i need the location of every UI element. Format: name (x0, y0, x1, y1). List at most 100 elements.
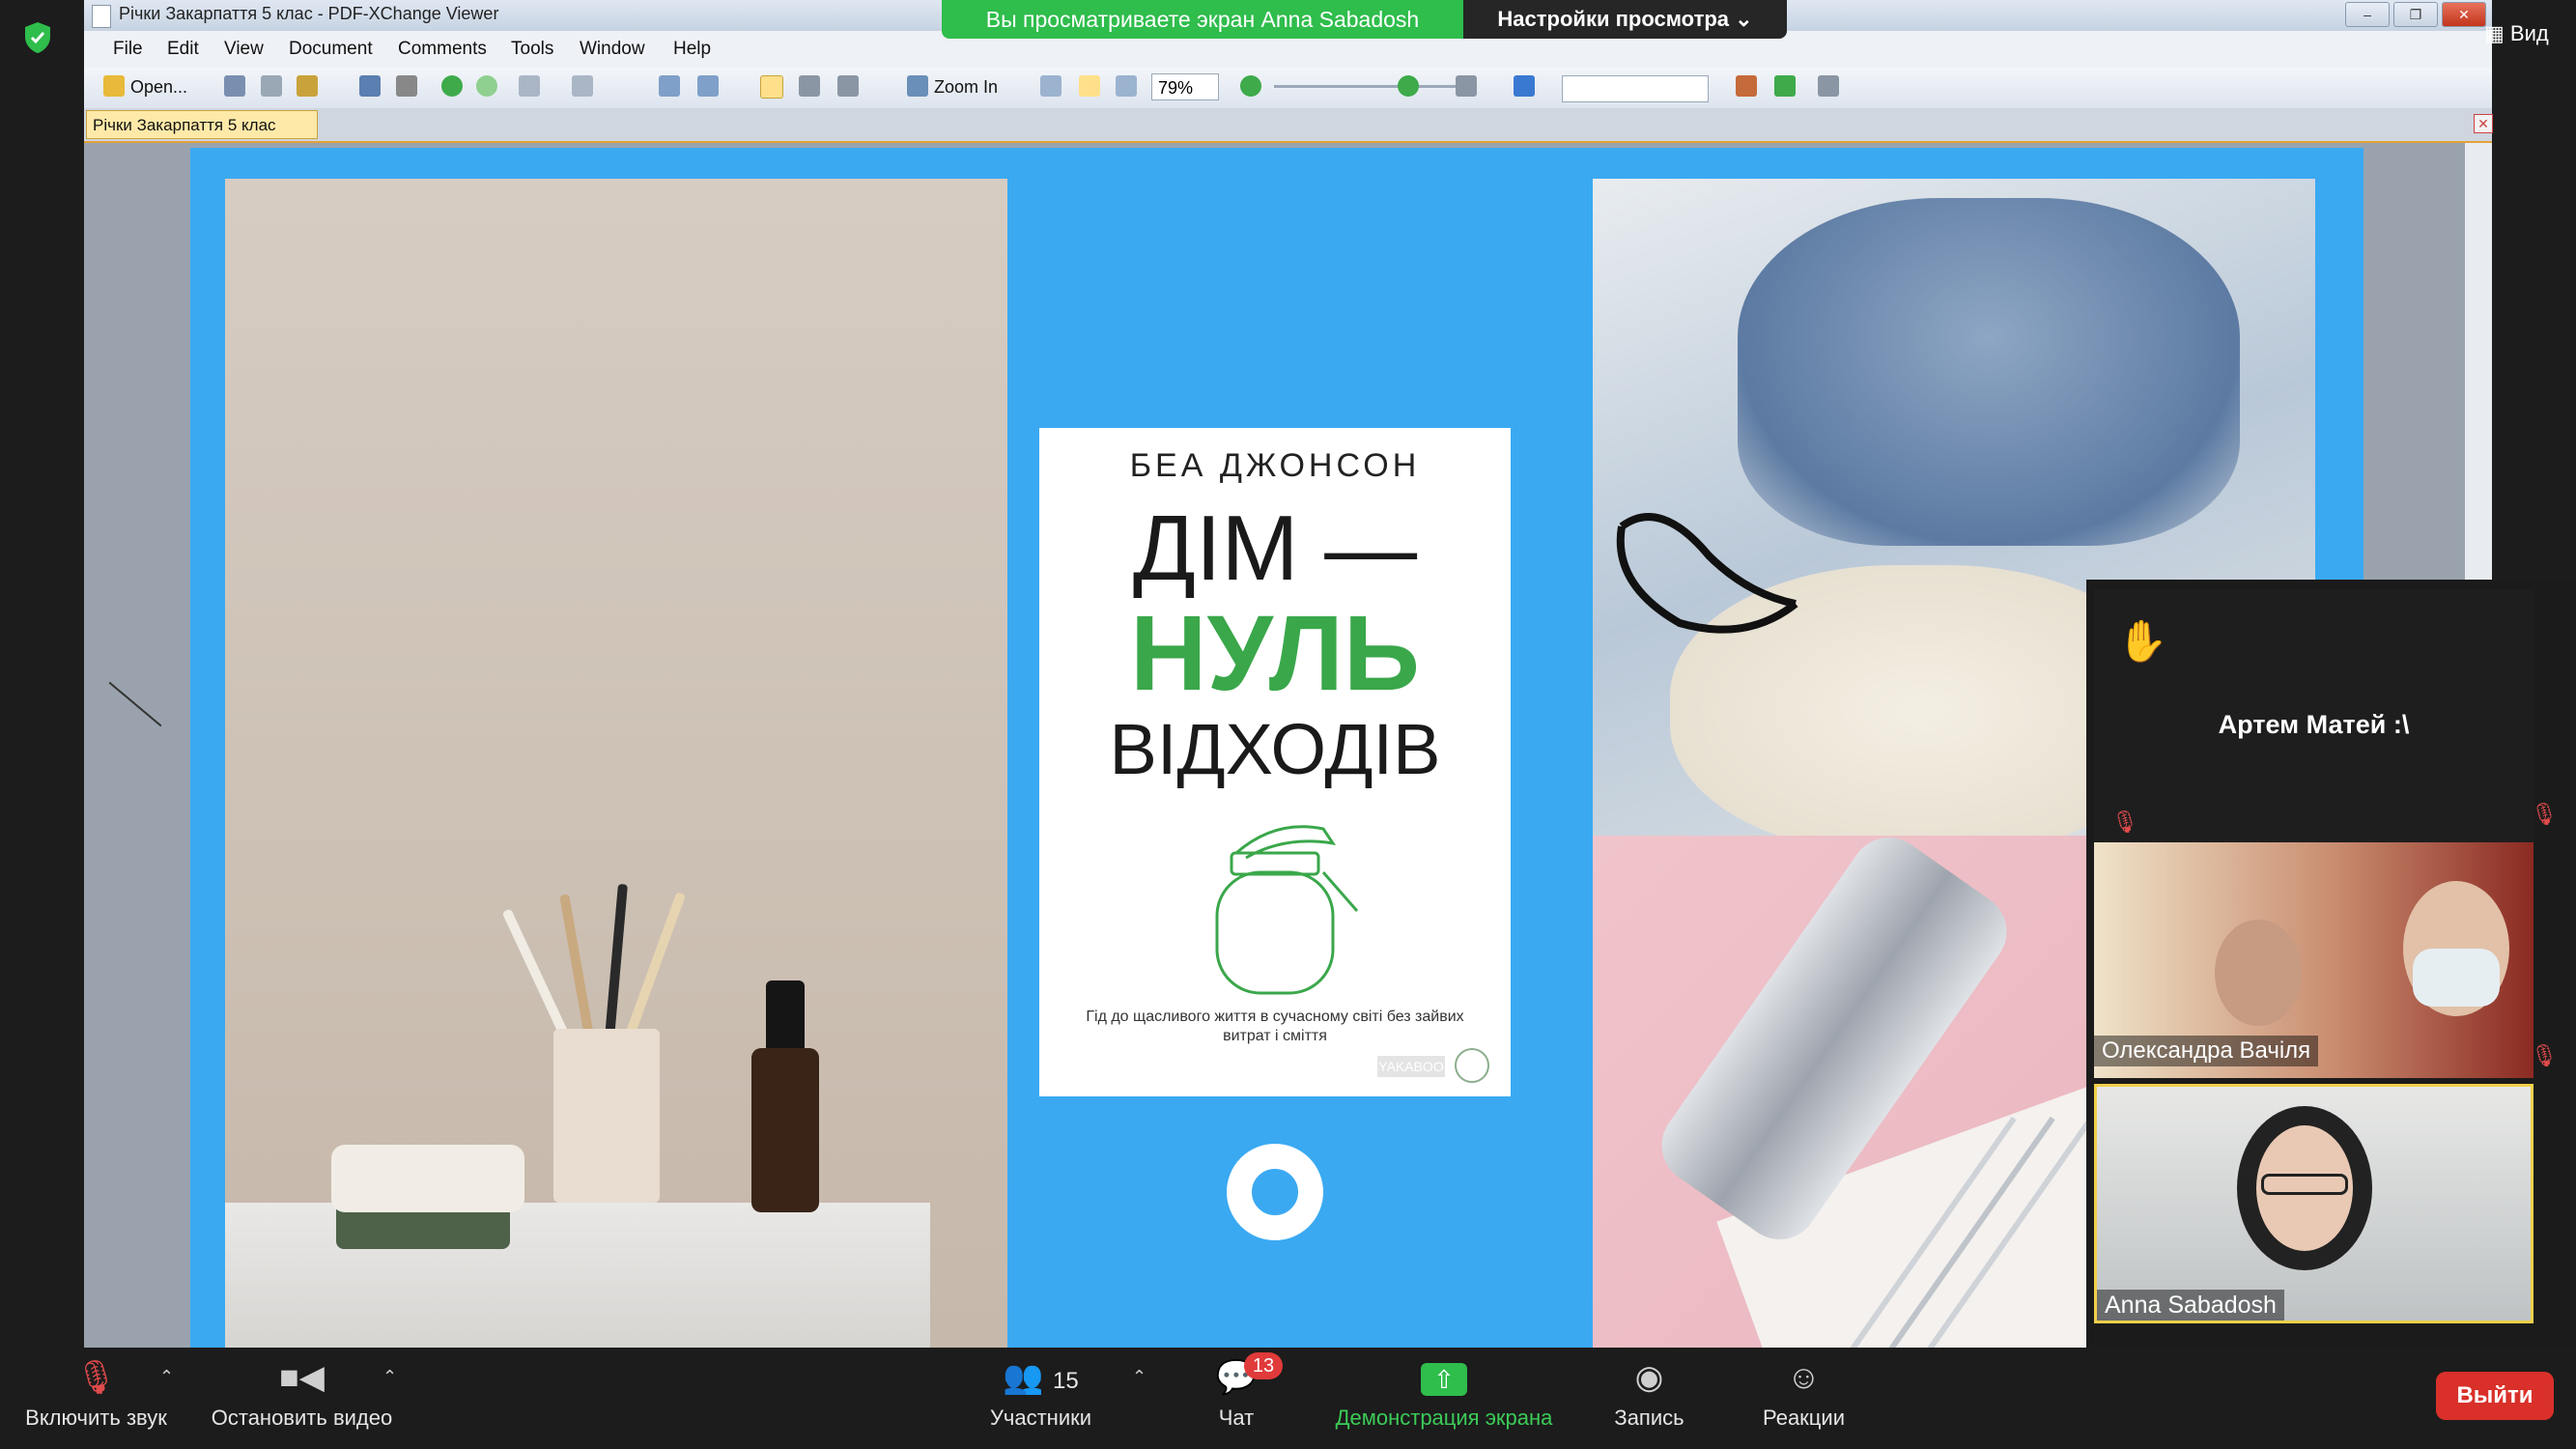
smiley-plus-icon: ☺ (1787, 1359, 1821, 1396)
window-title: Річки Закарпаття 5 клас - PDF-XChange Vi… (119, 4, 499, 23)
grid-icon: ▦ (2484, 21, 2510, 45)
refresh-icon[interactable] (1774, 75, 1796, 97)
security-shield-icon[interactable] (23, 21, 52, 54)
open-folder-icon[interactable] (103, 75, 125, 97)
participant-video-tile[interactable]: Олександра Вачіля (2094, 842, 2534, 1078)
zoom-level-field[interactable]: 79% (1151, 73, 1219, 100)
participant-face (2215, 920, 2302, 1026)
menu-help[interactable]: Help (673, 39, 711, 60)
reactions-label: Реакции (1763, 1406, 1845, 1430)
highlight-icon[interactable] (1736, 75, 1757, 97)
google-search-icon[interactable] (1514, 75, 1535, 97)
record-button[interactable]: ◉ Запись (1608, 1359, 1690, 1431)
close-button[interactable]: ✕ (2442, 2, 2486, 27)
record-icon: ◉ (1634, 1359, 1664, 1396)
menu-edit[interactable]: Edit (167, 39, 199, 60)
redo-icon[interactable] (572, 75, 593, 97)
leave-meeting-button[interactable]: Выйти (2436, 1372, 2554, 1420)
reactions-button[interactable]: ☺ Реакции (1758, 1359, 1850, 1431)
participant-name: Anna Sabadosh (2097, 1290, 2284, 1321)
amber-bottle (751, 1048, 819, 1212)
select-text-icon[interactable] (837, 75, 859, 97)
rotate-right-icon[interactable] (697, 75, 719, 97)
forward-icon[interactable] (476, 75, 497, 97)
menu-window[interactable]: Window (580, 39, 645, 60)
menu-comments[interactable]: Comments (398, 39, 487, 60)
video-options-caret-icon[interactable]: ⌃ (382, 1367, 397, 1387)
share-screen-button[interactable]: ⇧ Демонстрация экрана (1323, 1359, 1565, 1431)
hand-tool-icon[interactable] (760, 75, 783, 99)
book-title-line2: НУЛЬ (1130, 594, 1420, 713)
document-icon (92, 5, 111, 28)
snapshot-icon[interactable] (799, 75, 820, 97)
muted-mic-icon: 🎙︎ (2531, 1043, 2558, 1067)
menu-tools[interactable]: Tools (511, 39, 553, 60)
raised-hand-icon: ✋ (2117, 618, 2168, 664)
close-tab-icon[interactable]: ✕ (2474, 114, 2493, 133)
pdf-slide: БЕА ДЖОНСОН ДІМ — НУЛЬ ВІДХОДІВ Гід до щ… (190, 148, 2364, 1348)
fit-width-icon[interactable] (1116, 75, 1137, 97)
share-screen-label: Демонстрация экрана (1335, 1406, 1553, 1430)
scan-icon[interactable] (359, 75, 381, 97)
zoom-out-circle-icon[interactable] (1240, 75, 1261, 97)
participants-panel: ✋ Артем Матей :\ 🎙︎ 🎙︎ Олександра Вачіля… (2086, 580, 2576, 1348)
actual-size-icon[interactable] (1040, 75, 1062, 97)
participants-count: 15 (1053, 1368, 1079, 1394)
publisher-badge-icon (1455, 1048, 1489, 1083)
record-label: Запись (1614, 1406, 1684, 1430)
window-controls: – ❐ ✕ (2345, 2, 2486, 27)
search-input[interactable] (1562, 75, 1709, 102)
white-soap (331, 1145, 524, 1212)
muted-microphone-icon: 🎙︎ (74, 1359, 118, 1396)
toolbar: Open... Zoom In 79% (84, 68, 2492, 109)
zoom-in-icon[interactable] (907, 75, 928, 97)
zoom-in-circle-icon[interactable] (1398, 75, 1419, 97)
participants-button[interactable]: 👥 15 Участники (976, 1359, 1106, 1431)
jar-icon (1215, 825, 1359, 995)
open-button[interactable]: Open... (130, 77, 187, 98)
pen-stroke (108, 681, 162, 727)
menu-document[interactable]: Document (289, 39, 373, 60)
marble-block (225, 1203, 930, 1348)
stop-video-label: Остановить видео (211, 1406, 393, 1430)
rotate-left-icon[interactable] (659, 75, 680, 97)
save-icon[interactable] (224, 75, 245, 97)
left-strip (0, 0, 84, 1348)
print-icon[interactable] (261, 75, 282, 97)
document-tab-bar: Річки Закарпаття 5 клас ✕ (84, 108, 2493, 143)
book-author: БЕА ДЖОНСОН (1129, 447, 1421, 484)
book-title-line1: ДІМ — (1132, 497, 1418, 600)
zoom-in-button[interactable]: Zoom In (934, 77, 998, 98)
tools-dropdown-icon[interactable] (1818, 75, 1839, 97)
document-tab[interactable]: Річки Закарпаття 5 клас (86, 110, 318, 139)
menu-view[interactable]: View (224, 39, 264, 60)
drawstring-icon (1616, 513, 1798, 634)
toothbrush (605, 883, 628, 1039)
email-icon[interactable] (297, 75, 318, 97)
undo-icon[interactable] (519, 75, 540, 97)
maximize-button[interactable]: ❐ (2393, 2, 2438, 27)
stop-video-button[interactable]: ■◀ Остановить видео (203, 1359, 401, 1431)
participants-options-caret-icon[interactable]: ⌃ (1132, 1367, 1146, 1387)
screen-share-banner: Вы просматриваете экран Anna Sabadosh (942, 0, 1463, 39)
zoom-slider[interactable] (1274, 85, 1458, 88)
audio-options-caret-icon[interactable]: ⌃ (159, 1367, 174, 1387)
view-label: Вид (2509, 21, 2549, 45)
ocr-icon[interactable] (396, 75, 417, 97)
active-speaker-video-tile[interactable]: Anna Sabadosh (2094, 1084, 2534, 1323)
book-cover: БЕА ДЖОНСОН ДІМ — НУЛЬ ВІДХОДІВ Гід до щ… (1039, 428, 1511, 1096)
unmute-label: Включить звук (25, 1406, 167, 1430)
minimize-button[interactable]: – (2345, 2, 2390, 27)
participant-tile-raised-hand[interactable]: ✋ Артем Матей :\ 🎙︎ (2094, 589, 2534, 845)
view-settings-button[interactable]: Настройки просмотра ⌄ (1463, 0, 1787, 39)
bathroom-photo (225, 179, 1007, 1348)
view-button[interactable]: ▦ Вид (2484, 21, 2549, 46)
unmute-button[interactable]: 🎙︎ Включить звук (12, 1359, 181, 1431)
toothbrush (623, 892, 687, 1040)
chat-label: Чат (1218, 1406, 1255, 1430)
publisher-label: YAKABOO (1377, 1056, 1445, 1077)
menu-file[interactable]: File (113, 39, 143, 60)
back-icon[interactable] (441, 75, 463, 97)
binoculars-icon[interactable] (1456, 75, 1477, 97)
fit-page-icon[interactable] (1079, 75, 1100, 97)
